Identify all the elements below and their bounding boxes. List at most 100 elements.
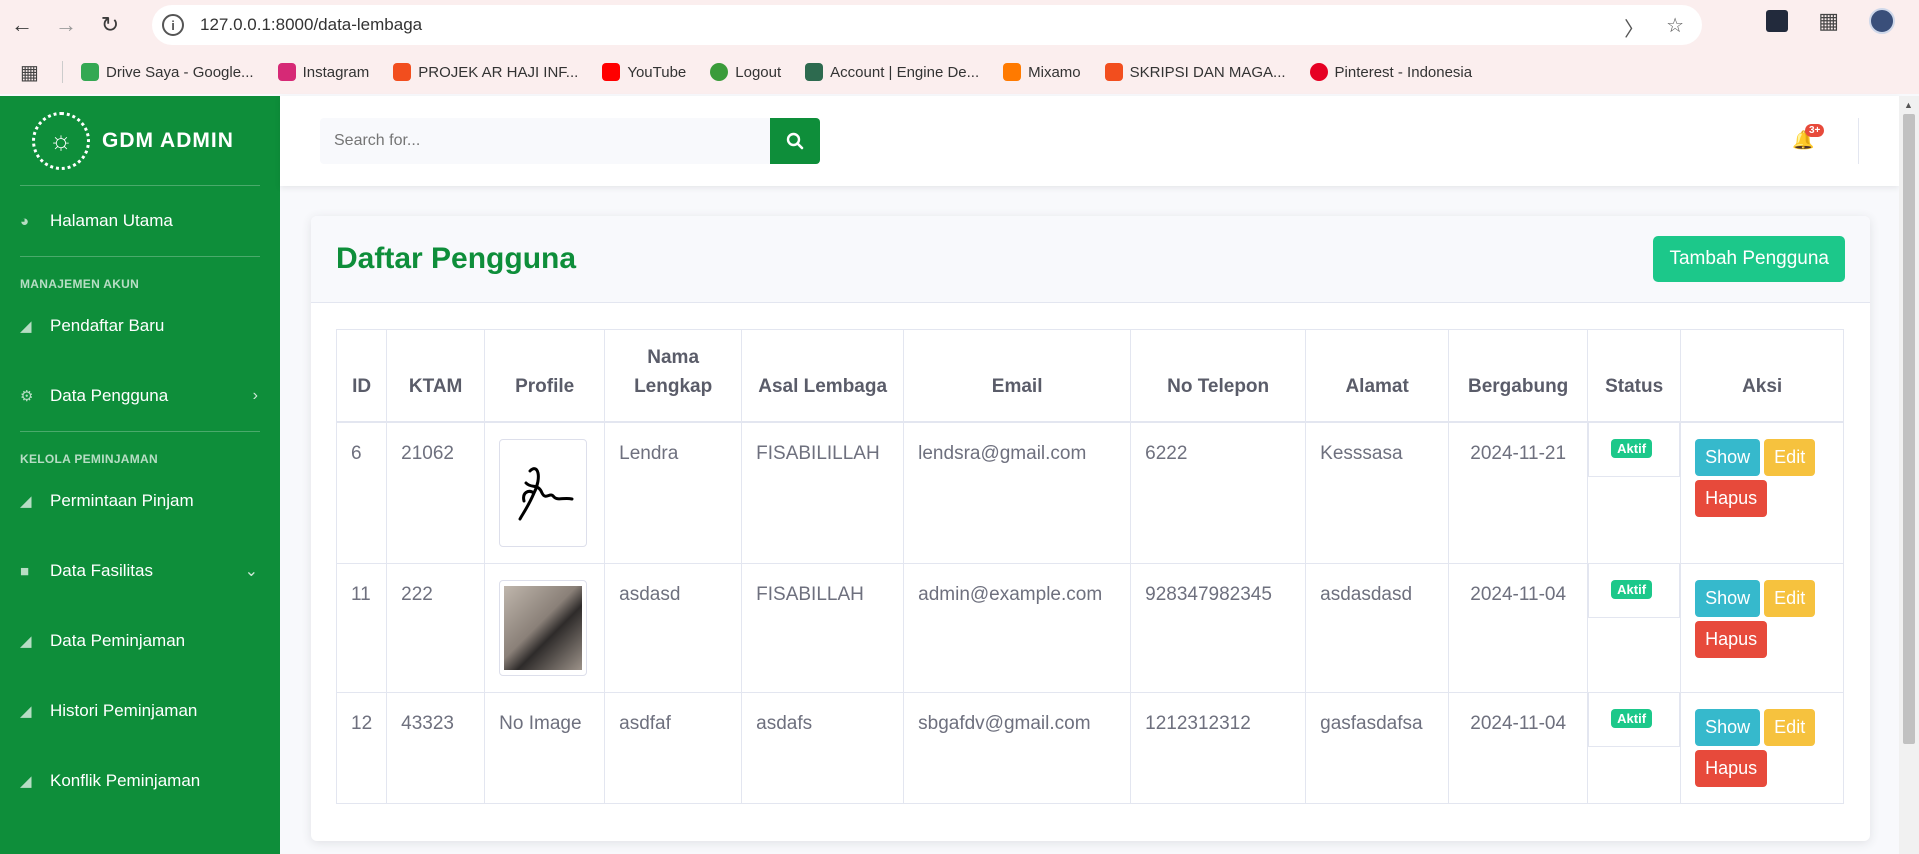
chart-area-icon: ◢: [20, 773, 32, 790]
bookmark-projek[interactable]: PROJEK AR HAJI INF...: [393, 63, 578, 81]
address-bar[interactable]: i 127.0.0.1:8000/data-lembaga 〉 ☆: [152, 5, 1702, 45]
status-wrapper: Aktif: [1588, 692, 1681, 747]
col-profile: Profile: [484, 329, 606, 423]
table-row: 12 43323 No Image asdfaf asdafs sbgafdv@…: [335, 691, 1845, 804]
delete-button[interactable]: Hapus: [1695, 620, 1768, 658]
sidebar-item-home[interactable]: ◕ Halaman Utama: [0, 186, 280, 256]
edit-button[interactable]: Edit: [1764, 579, 1816, 617]
sidebar-heading-pinjam: KELOLA PEMINJAMAN: [20, 452, 158, 466]
translate-icon[interactable]: 〉: [1624, 13, 1644, 42]
col-nama: Nama Lengkap: [604, 329, 743, 423]
cell-aksi: Show Edit Hapus: [1680, 691, 1845, 804]
dashboard-gauge-icon: ◕: [20, 212, 30, 230]
delete-button[interactable]: Hapus: [1695, 749, 1768, 787]
cell-aksi: Show Edit Hapus: [1680, 562, 1845, 693]
site-info-icon[interactable]: i: [162, 14, 184, 36]
sidebar-brand[interactable]: ☼ GDM ADMIN: [0, 96, 280, 185]
back-icon[interactable]: ←: [0, 3, 44, 47]
show-button[interactable]: Show: [1695, 438, 1761, 476]
browser-toolbar: ← → ↻ i 127.0.0.1:8000/data-lembaga 〉 ☆ …: [0, 0, 1919, 50]
sidebar-item-konflik[interactable]: ◢ Konflik Peminjaman: [0, 746, 280, 816]
cell-aksi: Show Edit Hapus: [1680, 421, 1845, 564]
search-icon: [786, 132, 804, 150]
show-button[interactable]: Show: [1695, 579, 1761, 617]
search-input[interactable]: [334, 132, 770, 150]
bookmarks-bar: ▦ Drive Saya - Google... Instagram PROJE…: [0, 50, 1919, 94]
profile-photo-image: [499, 579, 588, 676]
bookmark-account[interactable]: Account | Engine De...: [805, 63, 979, 81]
add-user-button[interactable]: Tambah Pengguna: [1653, 236, 1845, 282]
chart-area-icon: ◢: [20, 318, 32, 335]
sidebar-divider: [20, 431, 260, 432]
card-header: Daftar Pengguna Tambah Pengguna: [311, 216, 1870, 303]
cell-nama: asdasd: [604, 562, 743, 693]
cell-email: admin@example.com: [903, 562, 1132, 693]
sidebar: ☼ GDM ADMIN ◕ Halaman Utama MANAJEMEN AK…: [0, 96, 280, 854]
sidebar-item-permintaan[interactable]: ◢ Permintaan Pinjam: [0, 466, 280, 536]
sidebar-item-fasilitas[interactable]: ■ Data Fasilitas ⌄: [0, 536, 280, 606]
cell-telepon: 928347982345: [1130, 562, 1307, 693]
profile-avatar[interactable]: [1869, 8, 1895, 34]
apps-grid-icon[interactable]: ▦: [20, 60, 56, 85]
bookmark-pinterest[interactable]: Pinterest - Indonesia: [1309, 63, 1472, 81]
cell-status: Aktif: [1587, 421, 1682, 564]
mixamo-icon: [1003, 63, 1022, 81]
table-header-row: ID KTAM Profile Nama Lengkap Asal Lembag…: [335, 329, 1845, 423]
sidebar-item-histori[interactable]: ◢ Histori Peminjaman: [0, 676, 280, 746]
scrollbar-thumb[interactable]: [1903, 114, 1915, 744]
edit-button[interactable]: Edit: [1764, 438, 1816, 476]
cell-profile: No Image: [484, 691, 606, 804]
reload-icon[interactable]: ↻: [88, 3, 132, 47]
show-button[interactable]: Show: [1695, 708, 1761, 746]
topbar: 🔔 3+: [280, 96, 1899, 186]
brand-title: GDM ADMIN: [102, 128, 234, 152]
users-table: ID KTAM Profile Nama Lengkap Asal Lembag…: [335, 329, 1845, 804]
cell-alamat: gasfasdafsa: [1305, 691, 1450, 804]
figma-icon: [393, 63, 412, 81]
cell-ktam: 21062: [386, 421, 486, 564]
col-ktam: KTAM: [386, 329, 486, 423]
page-title: Daftar Pengguna: [336, 242, 577, 275]
edit-button[interactable]: Edit: [1764, 708, 1816, 746]
col-lembaga: Asal Lembaga: [741, 329, 905, 423]
cell-telepon: 1212312312: [1130, 691, 1307, 804]
cell-id: 6: [335, 421, 388, 564]
extensions-puzzle-icon[interactable]: ▦: [1818, 8, 1839, 34]
bookmark-mixamo[interactable]: Mixamo: [1003, 63, 1081, 81]
bookmark-drive[interactable]: Drive Saya - Google...: [81, 63, 254, 81]
layers-icon: [805, 63, 824, 81]
bookmark-instagram[interactable]: Instagram: [277, 63, 369, 81]
cell-ktam: 222: [386, 562, 486, 693]
page-scrollbar[interactable]: ▲: [1899, 96, 1919, 854]
cell-nama: asdfaf: [604, 691, 743, 804]
bookmark-skripsi[interactable]: SKRIPSI DAN MAGA...: [1104, 63, 1286, 81]
extension-icon[interactable]: [1766, 10, 1789, 32]
status-badge: Aktif: [1611, 438, 1653, 458]
chevron-right-icon: ›: [252, 387, 258, 404]
col-email: Email: [903, 329, 1132, 423]
bookmark-logout[interactable]: Logout: [710, 63, 781, 81]
cell-bergabung: 2024-11-04: [1448, 691, 1589, 804]
cell-profile: [484, 421, 606, 564]
bookmark-star-icon[interactable]: ☆: [1666, 13, 1684, 42]
users-card: Daftar Pengguna Tambah Pengguna ID KTAM …: [311, 216, 1870, 841]
cell-alamat: Kesssasa: [1305, 421, 1450, 564]
cell-ktam: 43323: [386, 691, 486, 804]
table-row: 6 21062 Lendra FISABILILLAH lendsra@gmai…: [335, 421, 1845, 564]
cell-lembaga: asdafs: [741, 691, 905, 804]
sidebar-item-pendaftar[interactable]: ◢ Pendaftar Baru: [0, 291, 280, 361]
col-telepon: No Telepon: [1130, 329, 1307, 423]
forward-icon[interactable]: →: [44, 3, 88, 47]
col-alamat: Alamat: [1305, 329, 1450, 423]
cell-status: Aktif: [1587, 562, 1682, 693]
bookmark-youtube[interactable]: YouTube: [602, 63, 686, 81]
topbar-divider: [1858, 118, 1859, 164]
cell-profile: [484, 562, 606, 693]
delete-button[interactable]: Hapus: [1695, 479, 1768, 517]
url-text[interactable]: 127.0.0.1:8000/data-lembaga: [200, 15, 422, 35]
scroll-up-arrow-icon[interactable]: ▲: [1904, 100, 1913, 110]
search-button[interactable]: [770, 118, 820, 164]
figma-icon: [1104, 63, 1123, 81]
sidebar-item-data-pengguna[interactable]: ⚙ Data Pengguna ›: [0, 361, 280, 431]
sidebar-item-peminjaman[interactable]: ◢ Data Peminjaman: [0, 606, 280, 676]
